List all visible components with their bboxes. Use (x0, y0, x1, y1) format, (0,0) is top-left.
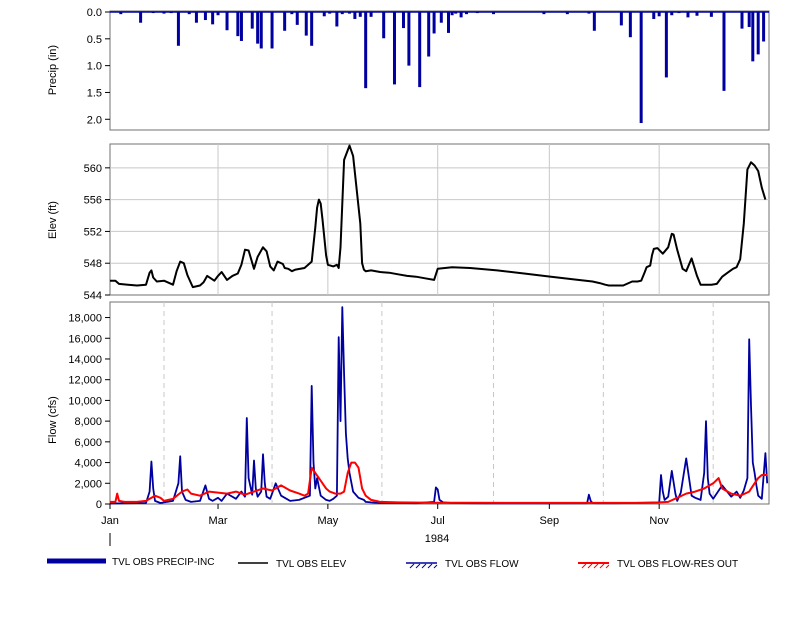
precip-bar (459, 12, 463, 18)
precip-bar (619, 12, 623, 26)
precip-bar (407, 12, 411, 66)
precip-bar (722, 12, 726, 91)
precip-bar (335, 12, 339, 27)
legend-item-precip: TVL OBS PRECIP-INC (47, 557, 214, 568)
elev-y-tick-label: 548 (84, 258, 102, 270)
flow-y-tick-label: 0 (96, 499, 102, 511)
precip-bar (203, 12, 207, 21)
elev-panel: 544 548 552 556 560 Elev (ft) (47, 143, 770, 302)
flow-y-tick-label: 12,000 (68, 375, 102, 387)
flow-plot-frame (109, 301, 770, 505)
precip-bar (686, 12, 690, 18)
precip-bar (364, 12, 368, 89)
flow-y-tick-label: 6,000 (74, 437, 102, 449)
legend-item-flow: TVL OBS FLOW (406, 559, 519, 570)
x-tick-label: Nov (649, 515, 669, 527)
elev-y-ticks: 544 548 552 556 560 (84, 163, 110, 302)
precip-bar (236, 12, 240, 37)
precip-bar (432, 12, 436, 34)
legend: TVL OBS PRECIP-INC TVL OBS ELEV TVL OBS … (47, 557, 738, 570)
x-tick-label: Mar (209, 515, 228, 527)
elev-y-tick-label: 560 (84, 163, 102, 175)
precip-bar (652, 12, 656, 19)
precip-bar (439, 12, 443, 23)
precip-bar (310, 12, 314, 46)
precip-bar (225, 12, 229, 31)
x-tick-label: Jan (101, 515, 119, 527)
elev-y-tick-label: 552 (84, 226, 102, 238)
precip-bar (250, 12, 254, 29)
x-axis-year-label: 1984 (425, 533, 449, 545)
precip-bar (639, 12, 643, 124)
legend-item-elev: TVL OBS ELEV (238, 559, 347, 570)
precip-y-tick-label: 1.0 (87, 61, 102, 73)
flow-panel: 0 2,000 4,000 6,000 8,000 10,000 12,000 14,000 1… (47, 301, 770, 511)
flow-y-tick-label: 14,000 (68, 354, 102, 366)
legend-label-res-out: TVL OBS FLOW-RES OUT (617, 559, 738, 570)
flow-y-tick-label: 8,000 (74, 416, 102, 428)
precip-bar (304, 12, 308, 36)
precip-bar (256, 12, 260, 44)
precip-bar (259, 12, 263, 49)
precip-bar (211, 12, 215, 25)
flow-y-axis-title: Flow (cfs) (47, 396, 59, 444)
precip-bar (592, 12, 596, 31)
precip-bar (239, 12, 243, 41)
precip-panel: 0.0 0.5 1.0 1.5 2.0 Precip (in) (47, 7, 770, 131)
precip-bar (176, 12, 180, 46)
flow-y-tick-label: 10,000 (68, 395, 102, 407)
elev-y-axis-title: Elev (ft) (47, 201, 59, 239)
precip-bar (283, 12, 287, 31)
precip-y-tick-label: 1.5 (87, 87, 102, 99)
legend-label-precip: TVL OBS PRECIP-INC (112, 557, 214, 568)
elev-y-tick-label: 556 (84, 195, 102, 207)
hydrograph-chart: 0.0 0.5 1.0 1.5 2.0 Precip (in) 544 548 552 556… (47, 7, 770, 570)
precip-bar (427, 12, 431, 57)
precip-bar (740, 12, 744, 29)
flow-y-ticks: 0 2,000 4,000 6,000 8,000 10,000 12,000 14,000 1… (68, 313, 110, 511)
elev-plot-frame (109, 143, 770, 296)
precip-y-tick-label: 0.5 (87, 34, 102, 46)
precip-bar (270, 12, 274, 49)
flow-y-tick-label: 2,000 (74, 478, 102, 490)
precip-y-tick-label: 0.0 (87, 7, 102, 19)
flow-y-tick-label: 18,000 (68, 313, 102, 325)
precip-bar (353, 12, 357, 19)
x-tick-label: Jul (431, 515, 445, 527)
precip-bar (628, 12, 632, 38)
precip-bar (401, 12, 405, 29)
x-tick-label: Sep (540, 515, 560, 527)
precip-y-ticks: 0.0 0.5 1.0 1.5 2.0 (87, 7, 110, 126)
precip-bar (664, 12, 668, 78)
precip-y-tick-label: 2.0 (87, 114, 102, 126)
legend-hatch-res-out (581, 563, 610, 569)
precip-bar (747, 12, 751, 28)
precip-plot-frame (109, 10, 770, 131)
legend-label-elev: TVL OBS ELEV (276, 559, 347, 570)
precip-y-axis-title: Precip (in) (47, 45, 59, 95)
flow-y-tick-label: 16,000 (68, 333, 102, 345)
precip-bar (139, 12, 143, 23)
x-tick-label: May (317, 515, 338, 527)
precip-bar (447, 12, 451, 33)
precip-bar (418, 12, 422, 88)
precip-bar (751, 12, 755, 62)
flow-y-tick-label: 4,000 (74, 458, 102, 470)
precip-bar (382, 12, 386, 39)
x-axis: Jan Mar May Jul Sep Nov (101, 504, 669, 527)
precip-bar (392, 12, 396, 85)
precip-bar (295, 12, 299, 25)
precip-bar (194, 12, 198, 23)
elev-y-tick-label: 544 (84, 290, 102, 302)
precip-bar (756, 12, 760, 55)
precip-bar (762, 12, 766, 42)
legend-item-res-out: TVL OBS FLOW-RES OUT (578, 559, 738, 570)
legend-hatch-flow (409, 563, 438, 569)
legend-label-flow: TVL OBS FLOW (445, 559, 519, 570)
